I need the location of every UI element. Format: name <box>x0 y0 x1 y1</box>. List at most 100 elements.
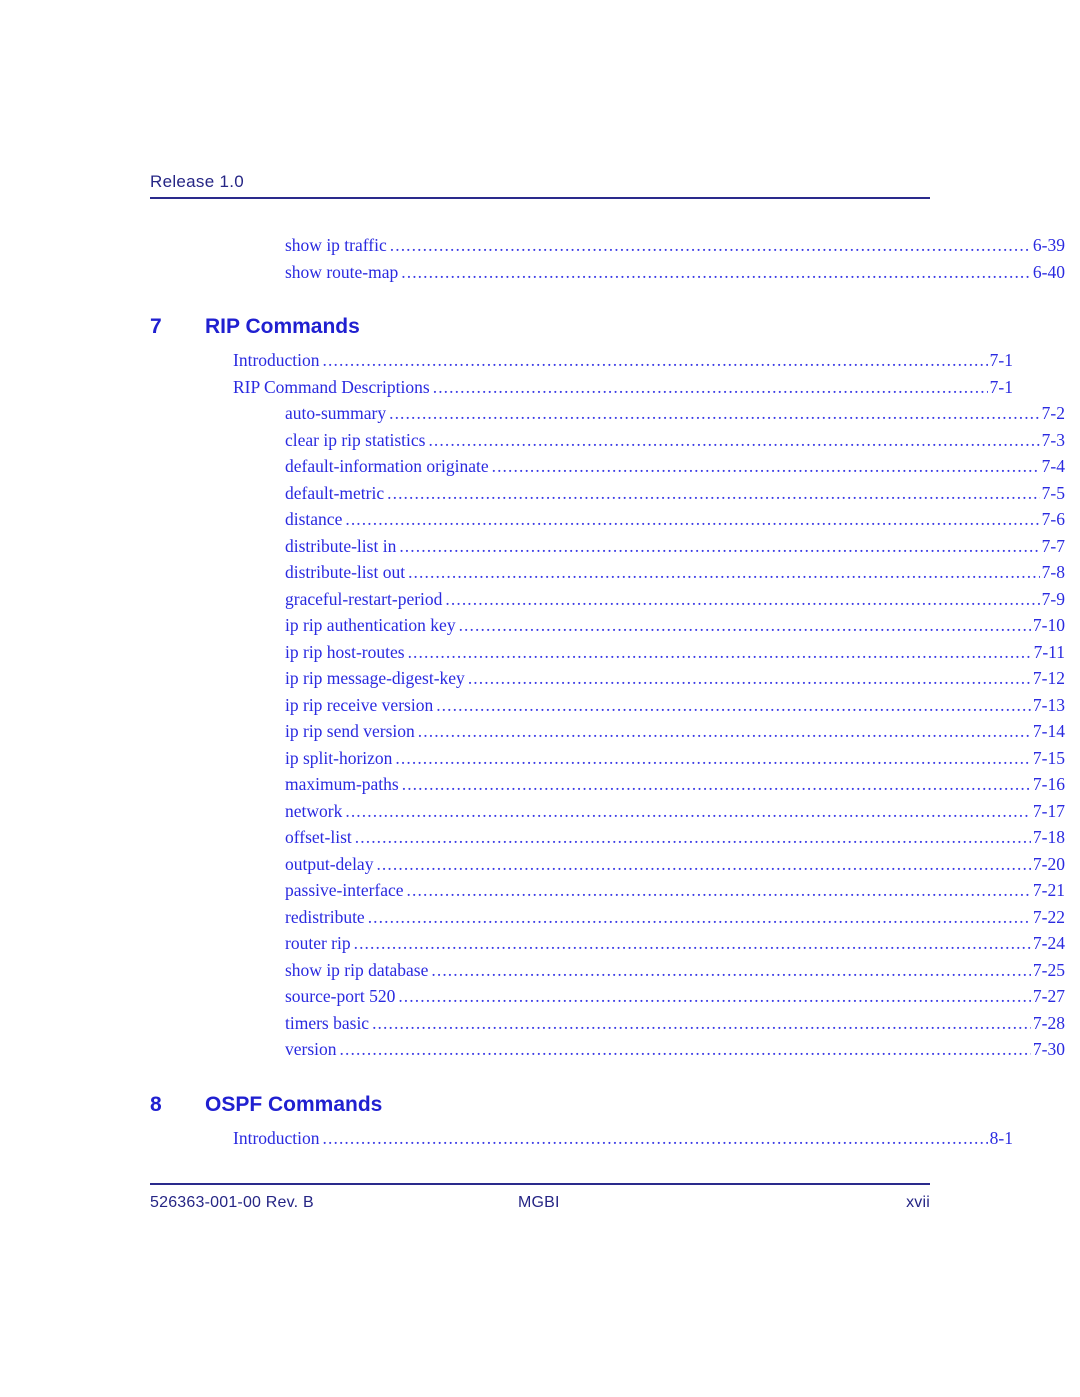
toc-entry-label: network <box>285 800 343 821</box>
toc-entry-label: ip rip message-digest-key <box>285 668 465 688</box>
table-of-contents: show ip traffic 6-39 show route-map 6-40 7 RI… <box>150 232 1065 1151</box>
toc-entry[interactable]: Introduction 8-1 <box>150 1125 1013 1152</box>
toc-entry-label: clear ip rip statistics <box>285 429 426 450</box>
page-footer: 526363-001-00 Rev. B MGBI xvii <box>150 1183 930 1216</box>
toc-dot-leader <box>428 427 1039 454</box>
toc-dot-leader <box>340 1036 1031 1063</box>
toc-entry-page: 6-39 <box>1032 235 1065 255</box>
toc-entry[interactable]: source-port 520 7-27 <box>150 983 1065 1010</box>
chapter-number: 7 <box>150 315 162 338</box>
toc-entry-label: redistribute <box>285 906 365 927</box>
toc-entry[interactable]: show ip traffic 6-39 <box>150 232 1065 259</box>
toc-entry[interactable]: redistribute 7-22 <box>150 904 1065 931</box>
toc-entry[interactable]: show ip rip database 7-25 <box>150 957 1065 984</box>
footer-center-label: MGBI <box>518 1194 560 1211</box>
toc-entry-label: ip rip receive version <box>285 694 434 715</box>
toc-dot-leader <box>395 745 1031 772</box>
toc-entry-label: source-port 520 <box>285 986 396 1006</box>
toc-dot-leader <box>355 824 1031 851</box>
toc-entry[interactable]: ip rip receive version 7-13 <box>150 692 1065 719</box>
toc-entry[interactable]: network 7-17 <box>150 798 1065 825</box>
toc-entry[interactable]: version 7-30 <box>150 1036 1065 1063</box>
toc-entry[interactable]: passive-interface 7-21 <box>150 877 1065 904</box>
toc-dot-leader <box>402 771 1031 798</box>
chapter-spacer <box>150 285 930 307</box>
chapter-heading[interactable]: 7 RIP Commands <box>150 307 930 347</box>
toc-entry[interactable]: graceful-restart-period 7-9 <box>150 586 1065 613</box>
toc-entry-page: 7-27 <box>1032 986 1065 1006</box>
header-divider <box>150 197 930 199</box>
chapter-spacer <box>150 1063 930 1085</box>
toc-entry-label: offset-list <box>285 827 352 847</box>
toc-entry[interactable]: auto-summary 7-2 <box>150 400 1065 427</box>
toc-dot-leader <box>354 930 1031 957</box>
toc-entry-label: version <box>285 1039 337 1059</box>
toc-entry[interactable]: default-metric 7-5 <box>150 480 1065 507</box>
toc-entry-page: 7-13 <box>1032 694 1065 715</box>
toc-entry-label: distance <box>285 509 343 529</box>
toc-entry[interactable]: ip split-horizon 7-15 <box>150 745 1065 772</box>
toc-entry[interactable]: router rip 7-24 <box>150 930 1065 957</box>
toc-entry-page: 7-4 <box>1041 456 1065 476</box>
toc-entry[interactable]: timers basic 7-28 <box>150 1010 1065 1037</box>
toc-entry[interactable]: default-information originate 7-4 <box>150 453 1065 480</box>
toc-entry-page: 7-30 <box>1032 1039 1065 1059</box>
toc-dot-leader <box>323 1125 988 1152</box>
toc-entry-page: 7-15 <box>1032 747 1065 768</box>
toc-entry-label: RIP Command Descriptions <box>233 376 430 397</box>
toc-entry-label: show ip traffic <box>285 235 387 255</box>
toc-entry-page: 7-21 <box>1032 880 1065 900</box>
toc-entry[interactable]: ip rip send version 7-14 <box>150 718 1065 745</box>
chapter-title: RIP Commands <box>205 315 360 338</box>
toc-entry-page: 7-25 <box>1032 959 1065 980</box>
toc-entry-page: 7-17 <box>1032 800 1065 821</box>
toc-dot-leader <box>418 718 1031 745</box>
toc-page: Release 1.0 show ip traffic 6-39 show rout… <box>0 0 1080 1397</box>
toc-entry-page: 7-1 <box>989 350 1013 370</box>
toc-dot-leader <box>401 259 1031 286</box>
toc-entry[interactable]: ip rip host-routes 7-11 <box>150 639 1065 666</box>
toc-entry[interactable]: output-delay 7-20 <box>150 851 1065 878</box>
chapter-heading[interactable]: 8 OSPF Commands <box>150 1085 930 1125</box>
toc-dot-leader <box>407 877 1031 904</box>
toc-entry-label: maximum-paths <box>285 774 399 794</box>
toc-dot-leader <box>345 506 1039 533</box>
toc-entry[interactable]: distribute-list in 7-7 <box>150 533 1065 560</box>
toc-dot-leader <box>431 957 1031 984</box>
toc-entry-page: 7-12 <box>1032 668 1065 688</box>
chapter-number: 8 <box>150 1092 162 1116</box>
toc-dot-leader <box>387 480 1040 507</box>
toc-entry[interactable]: offset-list 7-18 <box>150 824 1065 851</box>
toc-entry-label: show route-map <box>285 261 399 282</box>
toc-dot-leader <box>492 453 1040 480</box>
toc-dot-leader <box>368 904 1031 931</box>
toc-entry[interactable]: Introduction 7-1 <box>150 347 1013 374</box>
toc-entry[interactable]: ip rip authentication key 7-10 <box>150 612 1065 639</box>
toc-entry-page: 7-22 <box>1032 906 1065 927</box>
toc-entry-page: 7-8 <box>1041 562 1065 582</box>
toc-entry-label: Introduction <box>233 1127 320 1148</box>
toc-dot-leader <box>398 983 1031 1010</box>
toc-entry[interactable]: distribute-list out 7-8 <box>150 559 1065 586</box>
toc-entry[interactable]: ip rip message-digest-key 7-12 <box>150 665 1065 692</box>
running-header: Release 1.0 <box>150 172 930 199</box>
toc-entry[interactable]: RIP Command Descriptions 7-1 <box>150 374 1013 401</box>
toc-entry-page: 7-7 <box>1041 535 1065 556</box>
toc-entry-label: default-information originate <box>285 456 489 476</box>
toc-entry-label: ip rip authentication key <box>285 615 456 635</box>
toc-dot-leader <box>459 612 1031 639</box>
toc-entry-label: Introduction <box>233 350 320 370</box>
toc-entry-page: 7-14 <box>1032 721 1065 741</box>
toc-entry-page: 7-18 <box>1032 827 1065 847</box>
toc-entry-page: 7-28 <box>1032 1012 1065 1033</box>
toc-entry-label: output-delay <box>285 853 374 874</box>
toc-dot-leader <box>399 533 1039 560</box>
toc-entry[interactable]: clear ip rip statistics 7-3 <box>150 427 1065 454</box>
toc-dot-leader <box>408 559 1040 586</box>
toc-entry[interactable]: maximum-paths 7-16 <box>150 771 1065 798</box>
release-label: Release 1.0 <box>150 172 245 191</box>
toc-entry[interactable]: distance 7-6 <box>150 506 1065 533</box>
toc-entry[interactable]: show route-map 6-40 <box>150 259 1065 286</box>
toc-dot-leader <box>468 665 1031 692</box>
toc-entry-label: distribute-list out <box>285 562 406 582</box>
